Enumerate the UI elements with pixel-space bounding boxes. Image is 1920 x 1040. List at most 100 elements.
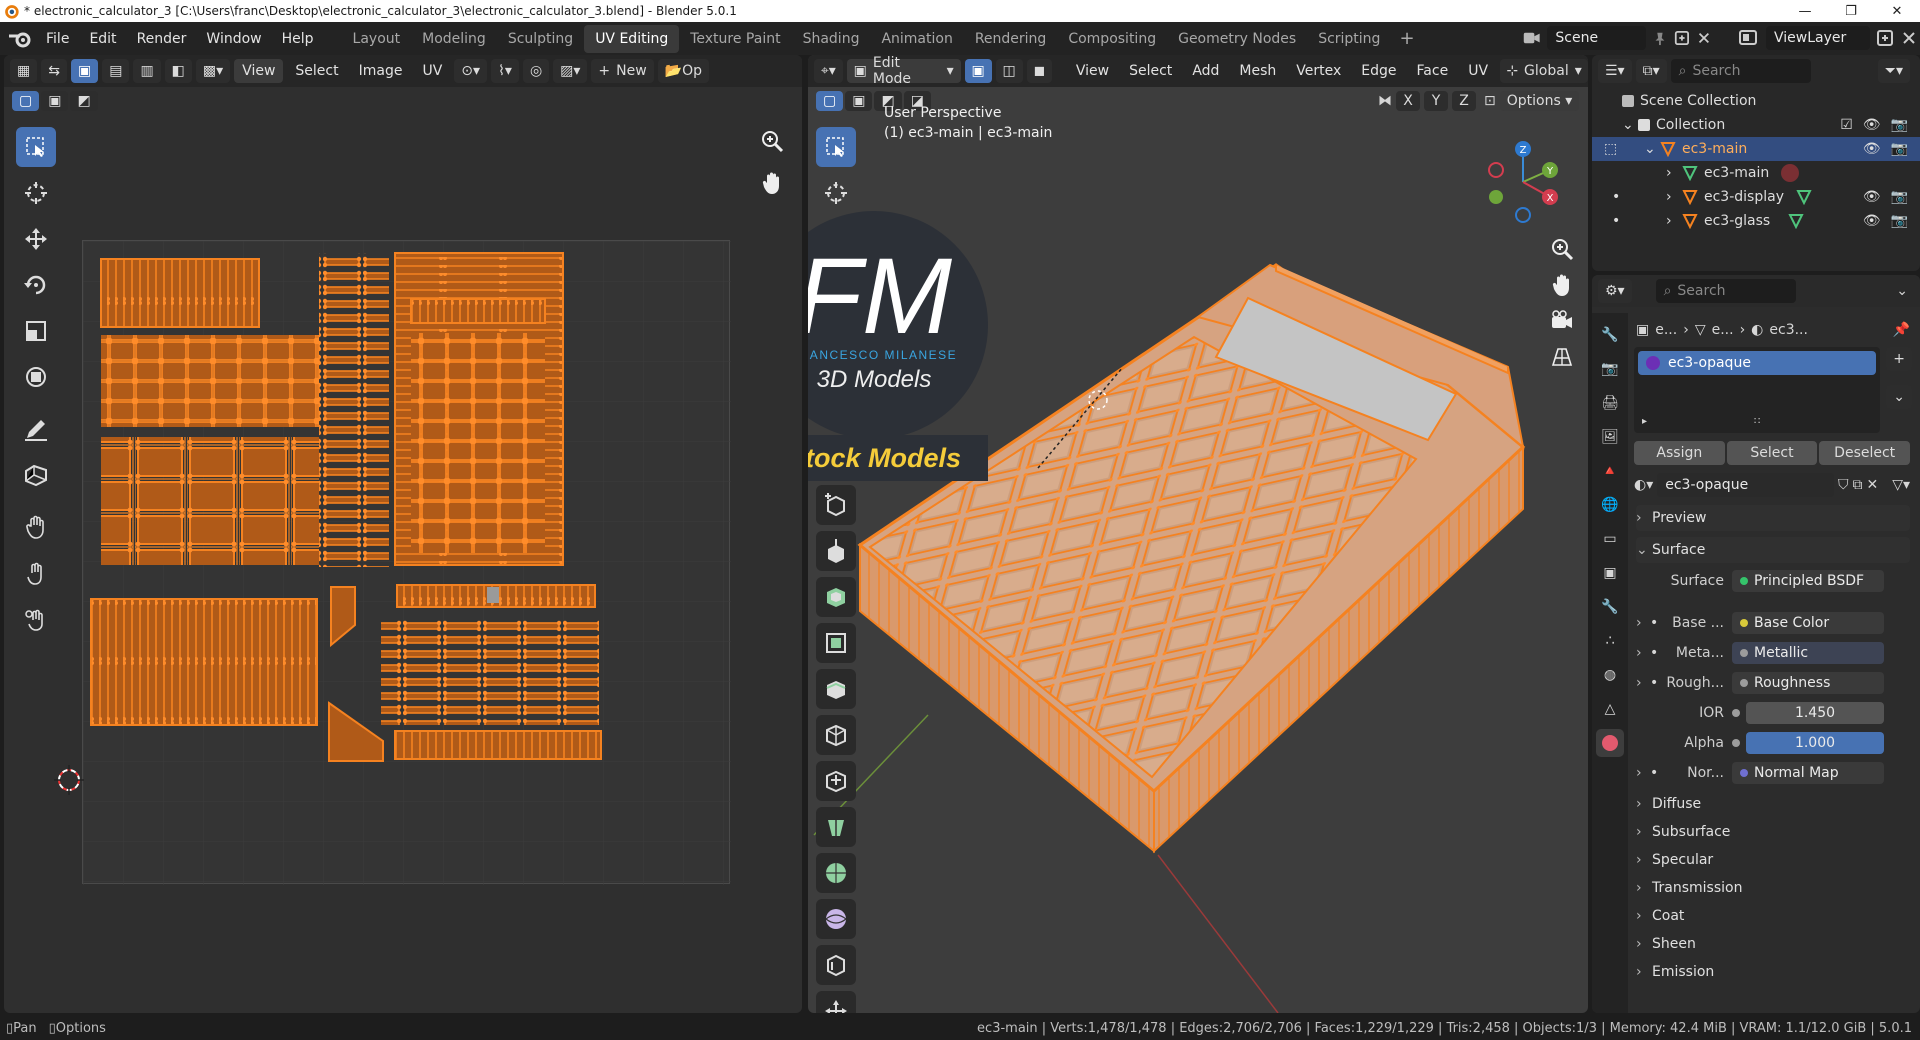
outliner-row-scene-collection[interactable]: Scene Collection xyxy=(1592,89,1920,113)
properties-options-chevron-icon[interactable]: ⌄ xyxy=(1896,283,1908,299)
tab-compositing[interactable]: Compositing xyxy=(1057,25,1167,53)
surface-section-header[interactable]: ⌄ Surface xyxy=(1636,537,1910,563)
edge-slide-tool[interactable] xyxy=(816,899,856,939)
normal-field[interactable]: Normal Map xyxy=(1732,762,1884,784)
camera-view-icon[interactable] xyxy=(1550,309,1574,333)
scale-tool[interactable] xyxy=(16,311,56,351)
exclude-checkbox-icon[interactable]: ☑ xyxy=(1840,117,1853,133)
material-slot-item[interactable]: ec3-opaque xyxy=(1638,351,1876,375)
new-image-button[interactable]: + New xyxy=(591,59,654,83)
delete-scene-icon[interactable] xyxy=(1696,29,1712,47)
display-mode-icon[interactable]: ⧉▾ xyxy=(1635,59,1667,83)
uv-canvas[interactable] xyxy=(82,240,731,885)
visibility-eye-icon[interactable]: 👁 xyxy=(1863,117,1881,133)
tab-shading[interactable]: Shading xyxy=(792,25,871,53)
surface-shader-field[interactable]: Principled BSDF xyxy=(1732,570,1884,592)
new-scene-icon[interactable] xyxy=(1674,29,1690,47)
fake-user-shield-icon[interactable]: ⛉ xyxy=(1838,477,1849,493)
collapse-chevron-icon[interactable]: ⌄ xyxy=(1622,117,1638,133)
expand-chevron-icon[interactable]: › xyxy=(1636,615,1650,631)
cursor-tool[interactable] xyxy=(16,173,56,213)
expand-chevron-icon[interactable]: › xyxy=(1636,645,1650,661)
edge-select-mode-button[interactable]: ▤ xyxy=(102,59,130,83)
material-name-field[interactable]: ec3-opaque xyxy=(1657,473,1834,497)
viewport-pan-icon[interactable] xyxy=(1550,273,1574,297)
tab-data-icon[interactable]: △ xyxy=(1596,695,1624,723)
uv-select-mode-dropdown[interactable]: ▩▾ xyxy=(195,59,231,83)
relax-tool[interactable] xyxy=(16,553,56,593)
tab-tool-icon[interactable]: 🔧 xyxy=(1596,321,1624,349)
expand-chevron-icon[interactable]: › xyxy=(1666,165,1682,181)
tab-rendering[interactable]: Rendering xyxy=(964,25,1058,53)
base-color-field[interactable]: Base Color xyxy=(1732,612,1884,634)
transform-tool[interactable] xyxy=(16,357,56,397)
specular-section-header[interactable]: › Specular xyxy=(1636,847,1910,873)
unlink-material-icon[interactable]: ✕ xyxy=(1866,477,1878,493)
visibility-eye-icon[interactable]: 👁 xyxy=(1863,141,1881,157)
expand-chevron-icon[interactable]: › xyxy=(1666,213,1682,229)
pin-icon[interactable] xyxy=(1652,29,1668,47)
metallic-field[interactable]: Metallic xyxy=(1732,642,1884,664)
menu-help[interactable]: Help xyxy=(272,31,324,47)
transmission-section-header[interactable]: › Transmission xyxy=(1636,875,1910,901)
outliner-row-ec3-main-mesh[interactable]: › ec3-main xyxy=(1592,161,1920,185)
menu-image[interactable]: Image xyxy=(351,63,411,79)
minimize-button[interactable]: — xyxy=(1782,4,1828,19)
spin-tool[interactable] xyxy=(816,807,856,847)
material-slot-list[interactable]: ec3-opaque ▸ ∷ xyxy=(1634,347,1880,433)
properties-search-input[interactable]: ⌕ Search xyxy=(1655,279,1796,303)
emission-section-header[interactable]: › Emission xyxy=(1636,959,1910,985)
menu-file[interactable]: File xyxy=(36,31,79,47)
properties-panel[interactable]: ⚙▾ ⌕ Search ⌄ 🔧 📷 🖨 🖼 🔺 🌐 ▭ ▣ 🔧 ∴ ◍ △ ▣ … xyxy=(1592,275,1920,1013)
grab-tool[interactable] xyxy=(16,507,56,547)
add-cube-tool[interactable] xyxy=(816,485,856,525)
duplicate-material-icon[interactable]: ⧉ xyxy=(1852,477,1862,493)
tab-world-icon[interactable]: 🌐 xyxy=(1596,491,1624,519)
tab-uv-editing[interactable]: UV Editing xyxy=(584,24,680,53)
tab-particles-icon[interactable]: ∴ xyxy=(1596,627,1624,655)
maximize-button[interactable]: ❐ xyxy=(1828,4,1874,19)
tab-render-icon[interactable]: 📷 xyxy=(1596,355,1624,383)
roughness-field[interactable]: Roughness xyxy=(1732,672,1884,694)
list-resize-handle-icon[interactable]: ∷ xyxy=(1754,416,1760,427)
uv-pan-icon[interactable] xyxy=(760,171,784,199)
tab-scripting[interactable]: Scripting xyxy=(1307,25,1391,53)
move-tool[interactable] xyxy=(16,219,56,259)
link-type-icon[interactable]: ▽▾ xyxy=(1892,477,1910,493)
outliner-filter-icon[interactable]: ⏷▾ xyxy=(1877,59,1910,83)
menu-select[interactable]: Select xyxy=(287,63,346,79)
menu-edit[interactable]: Edit xyxy=(79,31,126,47)
vp-select-box-tool[interactable] xyxy=(816,127,856,167)
menu-window[interactable]: Window xyxy=(196,31,271,47)
subtract-selection-button[interactable]: ◩ xyxy=(70,91,98,111)
outliner-search-input[interactable]: ⌕ Search xyxy=(1670,59,1811,83)
rip-tool[interactable] xyxy=(16,455,56,495)
tab-scene-icon[interactable]: 🔺 xyxy=(1596,457,1624,485)
properties-editor-icon[interactable]: ⚙▾ xyxy=(1598,279,1632,303)
outliner-editor-icon[interactable]: ☰▾ xyxy=(1598,59,1632,83)
tab-animation[interactable]: Animation xyxy=(870,25,963,53)
assign-button[interactable]: Assign xyxy=(1634,441,1725,465)
slot-menu-button[interactable]: ⌄ xyxy=(1886,385,1912,409)
face-select-mode-button[interactable]: ▥ xyxy=(133,59,161,83)
new-viewlayer-icon[interactable] xyxy=(1876,29,1894,47)
bevel-tool[interactable] xyxy=(816,623,856,663)
viewport-zoom-icon[interactable] xyxy=(1550,237,1574,261)
render-camera-icon[interactable]: 📷 xyxy=(1891,141,1908,157)
render-camera-icon[interactable]: 📷 xyxy=(1891,117,1908,133)
coat-section-header[interactable]: › Coat xyxy=(1636,903,1910,929)
sheen-section-header[interactable]: › Sheen xyxy=(1636,931,1910,957)
outliner-row-collection[interactable]: ⌄ Collection ☑ 👁 📷 xyxy=(1592,113,1920,137)
open-image-button[interactable]: 📂 Op xyxy=(657,59,710,83)
island-select-button[interactable]: ◧ xyxy=(164,59,192,83)
tab-object-icon[interactable]: ▣ xyxy=(1596,559,1624,587)
knife-tool[interactable] xyxy=(816,715,856,755)
viewlayer-name[interactable]: ViewLayer xyxy=(1766,26,1870,50)
image-browse-icon[interactable]: ▨▾ xyxy=(553,59,588,83)
3d-viewport-panel[interactable]: ⌖▾ ▣ Edit Mode ▾ ▣ ◫ ◼ View Select Add Me… xyxy=(808,55,1588,1013)
uv-editor-panel[interactable]: ▦ ⇆ ▣ ▤ ▥ ◧ ▩▾ View Select Image UV ⊙▾ ⌇… xyxy=(4,55,802,1013)
blender-menu-icon[interactable] xyxy=(6,28,36,50)
editor-type-icon[interactable]: ▦ xyxy=(10,59,38,83)
ior-field[interactable]: 1.450 xyxy=(1746,702,1884,724)
tab-geometry-nodes[interactable]: Geometry Nodes xyxy=(1167,25,1307,53)
